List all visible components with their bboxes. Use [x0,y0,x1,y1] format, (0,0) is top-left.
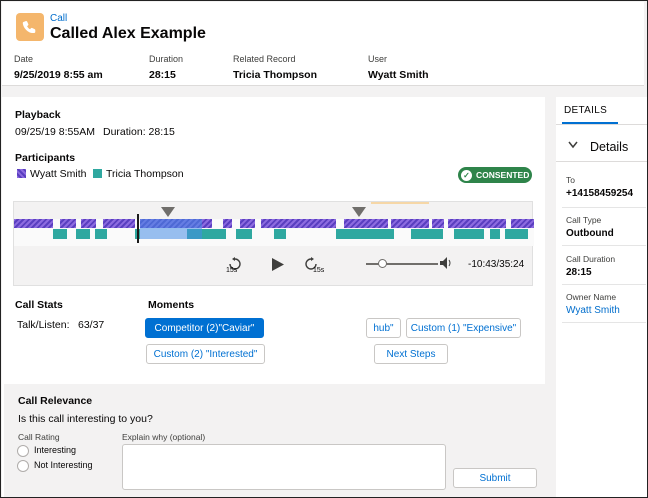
playback-title: Playback [15,109,61,121]
object-type-label: Call [50,13,68,24]
header-field-user: User Wyatt Smith [368,54,428,81]
details-section-label: Details [590,140,629,154]
participant-color-swatch [17,169,26,178]
playback-card: Playback 09/25/19 8:55AM Duration: 28:15… [2,97,545,497]
play-button[interactable] [272,258,284,274]
divider [562,245,646,246]
field-value: 28:15 [566,267,592,278]
moment-next-steps-button[interactable]: Next Steps [374,344,448,364]
moment-marker-icon[interactable] [161,207,175,217]
radio-interesting[interactable] [17,445,29,457]
explain-label: Explain why (optional) [122,432,206,442]
participant-name: Tricia Thompson [106,168,184,180]
speaker-track-wyatt [14,219,534,228]
participant-name: Wyatt Smith [30,168,87,180]
moment-marker-icon[interactable] [352,207,366,217]
skip-forward-label: 15s [313,267,325,274]
participants-title: Participants [15,152,76,164]
field-label: Owner Name [566,292,617,302]
moment-custom-expensive-button[interactable]: Custom (1) "Expensive" [406,318,521,338]
header-field-date: Date 9/25/2019 8:55 am [14,54,103,81]
record-header: Call Called Alex Example Date 9/25/2019 … [2,2,644,86]
detail-field-call-type: Call Type Outbound [566,215,646,239]
divider [562,322,646,323]
detail-field-owner-name: Owner Name Wyatt Smith [566,292,646,316]
talk-listen-label: Talk/Listen: [17,319,70,331]
submit-button[interactable]: Submit [453,468,537,488]
details-panel: DETAILS Details To +14158459254 Call Typ… [556,97,648,498]
chevron-down-icon [568,140,578,152]
field-value: +14158459254 [566,188,634,199]
option-interesting-label: Interesting [34,445,77,455]
consent-label: CONSENTED [476,170,530,180]
owner-name-link[interactable]: Wyatt Smith [566,305,646,316]
playback-date: 09/25/19 8:55AM [15,126,95,138]
consented-badge: ✓ CONSENTED [458,167,532,183]
play-icon [272,258,284,271]
details-section-header[interactable]: Details [556,131,648,162]
talk-listen-value: 63/37 [78,319,105,331]
tab-details[interactable]: DETAILS [564,105,607,116]
played-region [140,219,202,239]
volume-slider-thumb[interactable] [378,259,387,268]
volume-icon[interactable] [440,257,452,269]
radio-not-interesting[interactable] [17,460,29,472]
field-value[interactable]: Wyatt Smith [368,69,428,81]
header-field-related-record: Related Record Tricia Thompson [233,54,317,81]
participant-color-swatch [93,169,102,178]
field-value: 28:15 [149,69,176,81]
participant-wyatt: Wyatt Smith [17,168,87,180]
header-field-duration: Duration 28:15 [149,54,183,81]
time-display: -10:43/35:24 [468,259,525,270]
moment-partial-button[interactable]: hub" [366,318,401,338]
call-relevance-section: Call Relevance Is this call interesting … [4,384,545,497]
divider [562,207,646,208]
page-title: Called Alex Example [50,25,206,42]
relevance-question: Is this call interesting to you? [18,413,153,425]
field-value: 9/25/2019 8:55 am [14,69,103,81]
skip-back-button[interactable]: 15s [226,257,242,274]
detail-field-to: To +14158459254 [566,175,646,199]
field-label: Call Type [566,215,602,225]
divider [562,284,646,285]
relevance-title: Call Relevance [18,395,93,407]
call-player[interactable]: 15s 15s -10:43/35:24 [13,201,534,286]
option-not-interesting-label: Not Interesting [34,460,93,470]
check-icon: ✓ [461,169,472,181]
field-label: Date [14,54,34,64]
participant-tricia: Tricia Thompson [93,168,184,180]
tab-divider [556,124,648,125]
phone-icon [16,13,44,41]
skip-back-label: 15s [226,267,238,274]
volume-slider[interactable] [366,263,438,265]
call-stats-title: Call Stats [15,299,63,311]
moments-title: Moments [148,299,195,311]
call-rating-label: Call Rating [18,432,60,442]
moment-competitor-button[interactable]: Competitor (2)"Caviar" [145,318,264,338]
playback-duration: Duration: 28:15 [103,126,175,138]
skip-forward-button[interactable]: 15s [304,257,324,274]
highlight-bar [371,202,429,204]
explain-textarea[interactable] [122,444,446,490]
field-label: To [566,175,575,185]
field-label: Related Record [233,54,296,64]
playhead[interactable] [137,214,139,243]
field-label: Call Duration [566,254,616,264]
speaker-track-tricia [14,229,534,239]
field-value: Outbound [566,228,614,239]
field-label: User [368,54,388,64]
field-label: Duration [149,54,184,64]
detail-field-call-duration: Call Duration 28:15 [566,254,646,278]
moment-custom-interested-button[interactable]: Custom (2) "Interested" [146,344,265,364]
field-value[interactable]: Tricia Thompson [233,69,317,81]
